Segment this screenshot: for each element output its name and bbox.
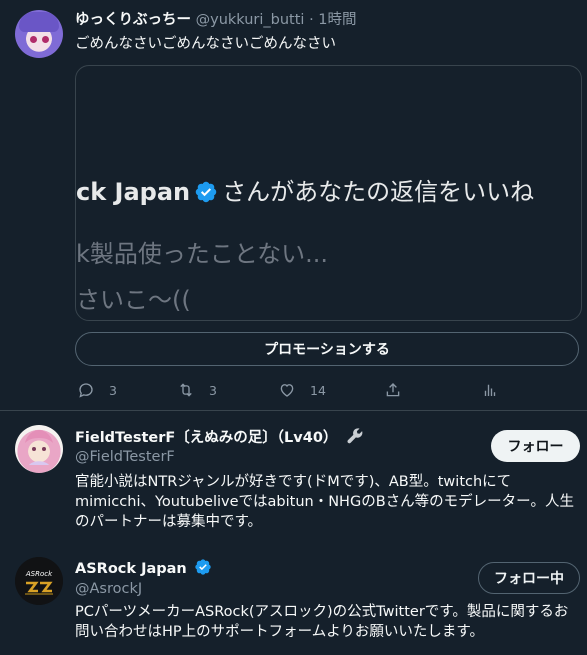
share-action[interactable]	[384, 380, 402, 400]
author-name[interactable]: ゆっくりぶっちー	[75, 12, 191, 28]
user-handle[interactable]: @AsrockJ	[75, 579, 142, 599]
media-reply-line-2: さいこ～((	[76, 286, 191, 314]
avatar[interactable]	[15, 425, 63, 473]
avatar[interactable]: ASRock	[15, 557, 63, 605]
tweet-text: ごめんなさいごめんなさいごめんなさい	[75, 36, 336, 52]
promote-button[interactable]: プロモーションする	[75, 332, 579, 366]
reply-count: 3	[109, 382, 117, 398]
retweet-action[interactable]: 3	[177, 380, 217, 400]
following-button[interactable]: フォロー中	[478, 562, 580, 594]
media-notification-text: さんがあなたの返信をいいね	[222, 178, 535, 206]
retweet-icon	[180, 383, 192, 397]
verified-icon	[195, 559, 211, 575]
reply-action[interactable]: 3	[77, 380, 117, 400]
user-cell-asrock[interactable]: ASRock ASRock Japan @AsrockJ フォロー中 PCパーツ…	[0, 550, 587, 655]
tweet-media[interactable]: ck Japan さんがあなたの返信をいいね k製品使ったことない... さいこ～…	[75, 65, 582, 321]
user-bio: PCパーツメーカーASRock(アスロック)の公式Twitterです。製品に関す…	[75, 604, 569, 640]
user-name[interactable]: FieldTesterF〔えぬみの足〕（Lv40）	[75, 426, 365, 448]
reply-icon	[79, 383, 93, 398]
analytics-icon	[484, 384, 496, 396]
separator: ·	[309, 12, 314, 28]
like-action[interactable]: 14	[278, 380, 326, 400]
svg-text:ASRock: ASRock	[25, 570, 53, 578]
asrock-logo-icon: ASRock	[15, 557, 63, 605]
verified-icon	[195, 181, 217, 203]
user-cell-fieldtesterf[interactable]: FieldTesterF〔えぬみの足〕（Lv40） @FieldTesterF …	[0, 420, 587, 540]
follow-button[interactable]: フォロー	[491, 430, 580, 462]
media-brand-name: ck Japan	[76, 178, 191, 206]
user-handle[interactable]: @FieldTesterF	[75, 447, 175, 467]
heart-icon	[280, 384, 294, 397]
tweet-header: ゆっくりぶっちー @yukkuri_butti · 1時間	[75, 10, 357, 30]
media-reply-line: k製品使ったことない...	[76, 240, 329, 268]
analytics-action[interactable]	[481, 380, 499, 400]
author-handle[interactable]: @yukkuri_butti	[196, 12, 305, 28]
wrench-icon	[346, 428, 362, 444]
retweet-count: 3	[209, 382, 217, 398]
tweet-time[interactable]: 1時間	[318, 12, 356, 28]
user-name[interactable]: ASRock Japan	[75, 558, 212, 579]
tweet[interactable]: ゆっくりぶっちー @yukkuri_butti · 1時間 ごめんなさいごめんな…	[0, 0, 587, 411]
user-bio: 官能小説はNTRジャンルが好きです(ドMです)、AB型。twitchにて mim…	[75, 474, 574, 530]
media-notification-line: ck Japan さんがあなたの返信をいいね	[76, 176, 534, 208]
share-icon	[386, 383, 400, 397]
avatar[interactable]	[15, 10, 63, 58]
like-count: 14	[310, 382, 326, 398]
